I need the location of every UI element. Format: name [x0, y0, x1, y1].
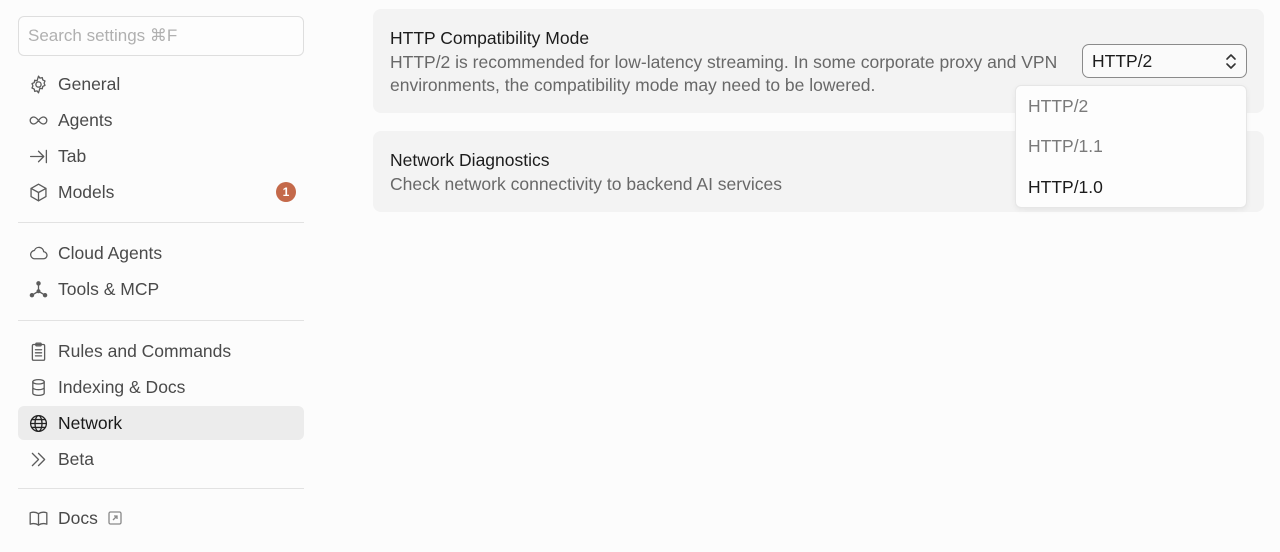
divider: [18, 320, 304, 321]
sidebar-item-label: Cloud Agents: [58, 242, 163, 263]
card-description: Check network connectivity to backend AI…: [390, 174, 782, 194]
double-chevron-icon: [27, 448, 49, 470]
sidebar-item-label: Indexing & Docs: [58, 376, 186, 397]
sidebar-item-agents[interactable]: Agents: [18, 103, 304, 137]
settings-sidebar: General Agents Tab Models 1 Cloud Agents…: [0, 0, 330, 552]
http-mode-dropdown: HTTP/2 HTTP/1.1 HTTP/1.0: [1015, 85, 1247, 208]
sidebar-item-network[interactable]: Network: [18, 406, 304, 440]
chevron-up-down-icon: [1225, 53, 1237, 75]
notification-badge: 1: [276, 182, 296, 202]
clipboard-icon: [27, 340, 49, 362]
sidebar-item-label: Agents: [58, 109, 113, 130]
divider: [18, 222, 304, 223]
sidebar-item-label: Models: [58, 181, 115, 202]
search-input[interactable]: [28, 26, 294, 46]
search-box[interactable]: [18, 16, 304, 56]
nodes-icon: [27, 278, 49, 300]
http-mode-select[interactable]: HTTP/2: [1082, 44, 1247, 78]
sidebar-item-cloud-agents[interactable]: Cloud Agents: [18, 236, 304, 270]
sidebar-item-tools-mcp[interactable]: Tools & MCP: [18, 272, 304, 306]
globe-icon: [27, 412, 49, 434]
divider: [18, 488, 304, 489]
card-title: Network Diagnostics: [390, 150, 550, 170]
cloud-icon: [27, 242, 49, 264]
card-description: HTTP/2 is recommended for low-latency st…: [390, 52, 1058, 95]
card-title: HTTP Compatibility Mode: [390, 28, 590, 48]
option-http2[interactable]: HTTP/2: [1028, 96, 1088, 117]
infinity-icon: [27, 109, 49, 131]
sidebar-item-docs[interactable]: Docs: [18, 501, 304, 535]
cube-icon: [27, 181, 49, 203]
sidebar-item-label: Docs: [58, 507, 98, 528]
sidebar-item-label: Tab: [58, 145, 87, 166]
sidebar-item-label: Beta: [58, 448, 94, 469]
sidebar-item-rules-commands[interactable]: Rules and Commands: [18, 334, 304, 368]
select-value: HTTP/2: [1092, 50, 1153, 71]
sidebar-item-tab[interactable]: Tab: [18, 139, 304, 173]
book-icon: [27, 507, 49, 529]
sidebar-item-beta[interactable]: Beta: [18, 442, 304, 476]
sidebar-item-label: Network: [58, 412, 123, 433]
sidebar-item-label: Rules and Commands: [58, 340, 232, 361]
sidebar-item-indexing-docs[interactable]: Indexing & Docs: [18, 370, 304, 404]
database-icon: [27, 376, 49, 398]
sidebar-item-label: Tools & MCP: [58, 278, 160, 299]
option-http11[interactable]: HTTP/1.1: [1028, 136, 1103, 157]
sidebar-item-label: General: [58, 73, 121, 94]
option-http10[interactable]: HTTP/1.0: [1028, 177, 1103, 198]
tab-arrow-icon: [27, 145, 49, 167]
external-link-icon: [108, 511, 122, 525]
sidebar-item-models[interactable]: Models 1: [18, 175, 304, 209]
gear-icon: [27, 73, 49, 95]
sidebar-item-general[interactable]: General: [18, 67, 304, 101]
